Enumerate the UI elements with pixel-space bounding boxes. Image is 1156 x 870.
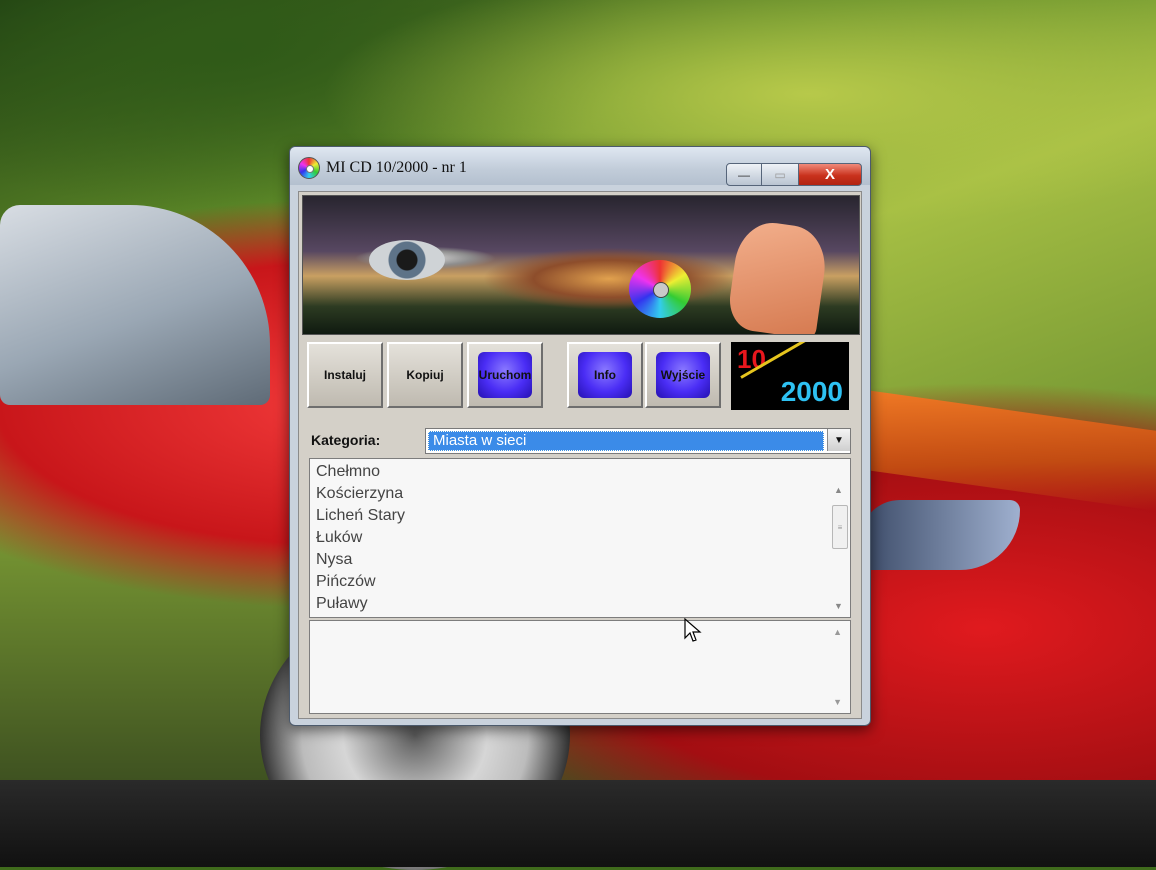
city-list[interactable]: Chełmno Kościerzyna Licheń Stary Łuków N… (309, 458, 851, 618)
logo-year: 2000 (780, 376, 843, 407)
install-button[interactable]: Instaluj (307, 342, 383, 408)
run-button-label: Uruchom (478, 368, 532, 382)
scroll-up-icon[interactable]: ▲ (833, 627, 842, 637)
cd-icon (298, 157, 320, 179)
maximize-button[interactable]: ▭ (761, 163, 799, 186)
install-button-label: Instaluj (323, 368, 366, 382)
copy-button-label: Kopiuj (406, 368, 444, 382)
list-item[interactable]: Kościerzyna (316, 483, 405, 505)
banner-cd (629, 260, 691, 318)
banner-hand (725, 218, 831, 334)
description-box[interactable]: ▲ ▼ (309, 620, 851, 714)
list-item[interactable]: Nysa (316, 549, 405, 571)
info-button[interactable]: Info (567, 342, 643, 408)
dropdown-arrow-icon[interactable]: ▼ (827, 429, 850, 451)
category-selected-value[interactable]: Miasta w sieci (428, 431, 824, 451)
scroll-up-icon[interactable]: ▲ (834, 485, 843, 495)
banner-eye (369, 240, 445, 280)
list-item[interactable]: Licheń Stary (316, 505, 405, 527)
close-icon: X (824, 166, 835, 183)
list-item[interactable]: Pińczów (316, 571, 405, 593)
info-button-face: Info (578, 352, 632, 398)
exit-button-face: Wyjście (656, 352, 710, 398)
header-banner-image (302, 195, 860, 335)
client-area: Instaluj Kopiuj Uruchom Info Wyjście 10 … (298, 191, 862, 719)
list-item[interactable]: Łuków (316, 527, 405, 549)
minimize-icon: — (738, 167, 750, 182)
exit-button-label: Wyjście (660, 368, 706, 382)
close-button[interactable]: X (798, 163, 862, 186)
scroll-down-icon[interactable]: ▼ (833, 697, 842, 707)
category-select[interactable]: Miasta w sieci ▼ (425, 428, 851, 454)
title-bar[interactable]: MI CD 10/2000 - nr 1 — ▭ X (290, 147, 870, 186)
app-window: MI CD 10/2000 - nr 1 — ▭ X Instaluj Kopi… (289, 146, 871, 726)
exit-button[interactable]: Wyjście (645, 342, 721, 408)
run-button[interactable]: Uruchom (467, 342, 543, 408)
info-button-label: Info (594, 368, 616, 382)
maximize-icon: ▭ (774, 167, 786, 182)
minimize-button[interactable]: — (726, 163, 762, 186)
scroll-down-icon[interactable]: ▼ (834, 601, 843, 611)
window-title: MI CD 10/2000 - nr 1 (326, 159, 467, 176)
list-scrollbar[interactable]: ▲ ≡ ▼ (830, 461, 848, 613)
issue-logo: 10 2000 (731, 342, 849, 410)
category-label: Kategoria: (311, 432, 381, 448)
run-button-face: Uruchom (478, 352, 532, 398)
scroll-thumb[interactable]: ≡ (832, 505, 848, 549)
wallpaper-ground (0, 780, 1156, 867)
copy-button[interactable]: Kopiuj (387, 342, 463, 408)
city-list-items: Chełmno Kościerzyna Licheń Stary Łuków N… (316, 461, 405, 615)
list-item[interactable]: Puławy (316, 593, 405, 615)
list-item[interactable]: Chełmno (316, 461, 405, 483)
